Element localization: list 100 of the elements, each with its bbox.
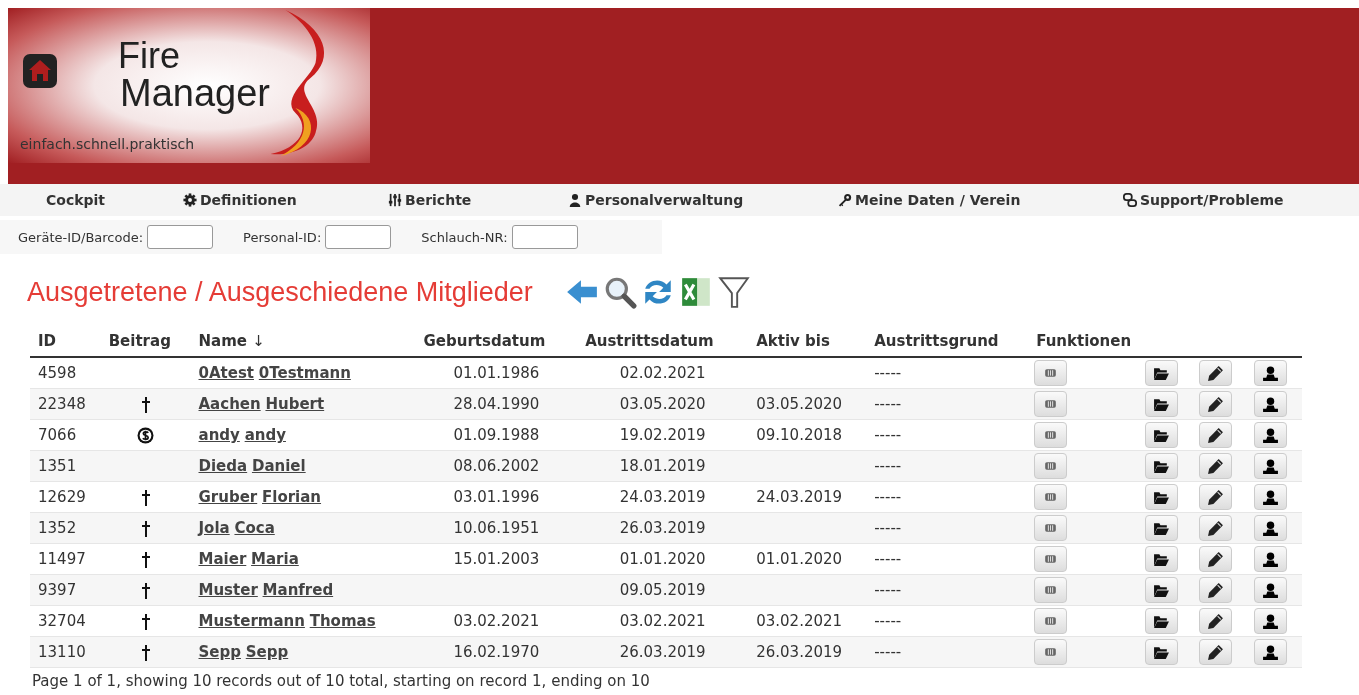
nav-link[interactable]: Berichte: [388, 192, 568, 208]
table-cell: 09.10.2018: [756, 426, 843, 444]
name-link[interactable]: 0Testmann: [258, 364, 351, 382]
person-button[interactable]: [1253, 360, 1287, 386]
folder-button[interactable]: [1145, 608, 1179, 634]
person-button[interactable]: [1253, 608, 1287, 634]
name-link[interactable]: Mustermann: [198, 612, 305, 630]
edit-button[interactable]: [1199, 453, 1233, 479]
table-cell: 18.01.2019: [619, 457, 706, 475]
table-cell: 10.06.1951: [453, 519, 540, 537]
folder-button[interactable]: [1145, 484, 1179, 510]
folder-button[interactable]: [1145, 422, 1179, 448]
folder-button[interactable]: [1145, 391, 1179, 417]
column-header[interactable]: ID: [38, 332, 57, 350]
card-button[interactable]: [1034, 360, 1068, 386]
name-link[interactable]: Daniel: [251, 457, 306, 475]
table-cell: 01.01.2020: [619, 550, 706, 568]
pencil-icon: [1207, 488, 1225, 506]
input-field[interactable]: [511, 225, 578, 249]
cross-icon: [140, 489, 151, 506]
name-link[interactable]: 0Atest: [198, 364, 254, 382]
logo-text: Fire: [118, 38, 180, 74]
table-cell: 13110: [38, 643, 86, 661]
name-link[interactable]: Gruber: [198, 488, 258, 506]
nav-link[interactable]: Meine Daten / Verein: [838, 192, 1123, 208]
person-button[interactable]: [1253, 515, 1287, 541]
edit-button[interactable]: [1199, 391, 1233, 417]
name-link[interactable]: Sepp: [245, 643, 289, 661]
column-header[interactable]: Austrittsdatum: [585, 332, 714, 350]
column-header[interactable]: Beitrag: [108, 332, 171, 350]
name-link[interactable]: Maier: [198, 550, 247, 568]
name-link[interactable]: andy: [244, 426, 286, 444]
name-link[interactable]: Aachen: [198, 395, 261, 413]
name-link[interactable]: andy: [198, 426, 240, 444]
card-button[interactable]: [1034, 639, 1068, 665]
table-cell: 11497: [38, 550, 86, 568]
card-button[interactable]: [1034, 422, 1068, 448]
cross-icon: [140, 613, 151, 630]
name-link[interactable]: Sepp: [198, 643, 241, 661]
edit-button[interactable]: [1199, 546, 1233, 572]
nav-link[interactable]: Definitionen: [183, 192, 388, 208]
folder-button[interactable]: [1145, 360, 1179, 386]
name-link[interactable]: Manfred: [262, 581, 334, 599]
person-icon: [1261, 581, 1279, 599]
name-link[interactable]: Dieda: [198, 457, 248, 475]
name-link[interactable]: Hubert: [265, 395, 325, 413]
card-button[interactable]: [1034, 546, 1068, 572]
folder-button[interactable]: [1145, 639, 1179, 665]
card-button[interactable]: [1034, 577, 1068, 603]
name-link[interactable]: Jola: [198, 519, 230, 537]
column-header[interactable]: Aktiv bis: [756, 332, 830, 350]
name-link[interactable]: Muster: [198, 581, 258, 599]
edit-button[interactable]: [1199, 577, 1233, 603]
table-cell: 28.04.1990: [453, 395, 540, 413]
person-button[interactable]: [1253, 484, 1287, 510]
column-header[interactable]: Name ↓: [198, 332, 265, 350]
dollar-coin-icon: [137, 427, 155, 444]
folder-button[interactable]: [1145, 546, 1179, 572]
table-cell: 08.06.2002: [453, 457, 540, 475]
name-link[interactable]: Thomas: [309, 612, 376, 630]
edit-button[interactable]: [1199, 484, 1233, 510]
filter-icon[interactable]: [716, 275, 751, 309]
pagination-info: Page 1 of 1, showing 10 records out of 10 total, starting on record 1, ending on 10: [31, 671, 651, 690]
edit-button[interactable]: [1199, 360, 1233, 386]
edit-button[interactable]: [1199, 608, 1233, 634]
person-button[interactable]: [1253, 546, 1287, 572]
card-button[interactable]: [1034, 608, 1068, 634]
table-cell: -----: [874, 550, 902, 568]
person-button[interactable]: [1253, 639, 1287, 665]
column-header[interactable]: Funktionen: [1036, 332, 1132, 350]
person-button[interactable]: [1253, 453, 1287, 479]
table-cell: 01.01.2020: [756, 550, 843, 568]
cross-icon: [140, 520, 151, 537]
input-field[interactable]: [147, 225, 214, 249]
column-header[interactable]: Geburtsdatum: [423, 332, 546, 350]
folder-button[interactable]: [1145, 515, 1179, 541]
edit-button[interactable]: [1199, 639, 1233, 665]
card-button[interactable]: [1034, 515, 1068, 541]
person-button[interactable]: [1253, 391, 1287, 417]
card-button[interactable]: [1034, 453, 1068, 479]
column-header[interactable]: Austrittsgrund: [874, 332, 999, 350]
person-button[interactable]: [1253, 422, 1287, 448]
edit-button[interactable]: [1199, 515, 1233, 541]
card-button[interactable]: [1034, 484, 1068, 510]
folder-button[interactable]: [1145, 577, 1179, 603]
nav-link[interactable]: Personalverwaltung: [568, 192, 838, 208]
name-link[interactable]: Maria: [251, 550, 299, 568]
nav-link[interactable]: Cockpit: [20, 192, 183, 208]
home-icon[interactable]: [22, 53, 58, 89]
input-field[interactable]: [325, 225, 392, 249]
edit-button[interactable]: [1199, 422, 1233, 448]
name-link[interactable]: Coca: [234, 519, 275, 537]
table-cell: 19.02.2019: [619, 426, 706, 444]
gear-icon: [183, 193, 197, 207]
table-cell: 12629: [38, 488, 86, 506]
nav-link[interactable]: Support/Probleme: [1123, 192, 1284, 208]
card-button[interactable]: [1034, 391, 1068, 417]
name-link[interactable]: Florian: [262, 488, 322, 506]
folder-button[interactable]: [1145, 453, 1179, 479]
person-button[interactable]: [1253, 577, 1287, 603]
